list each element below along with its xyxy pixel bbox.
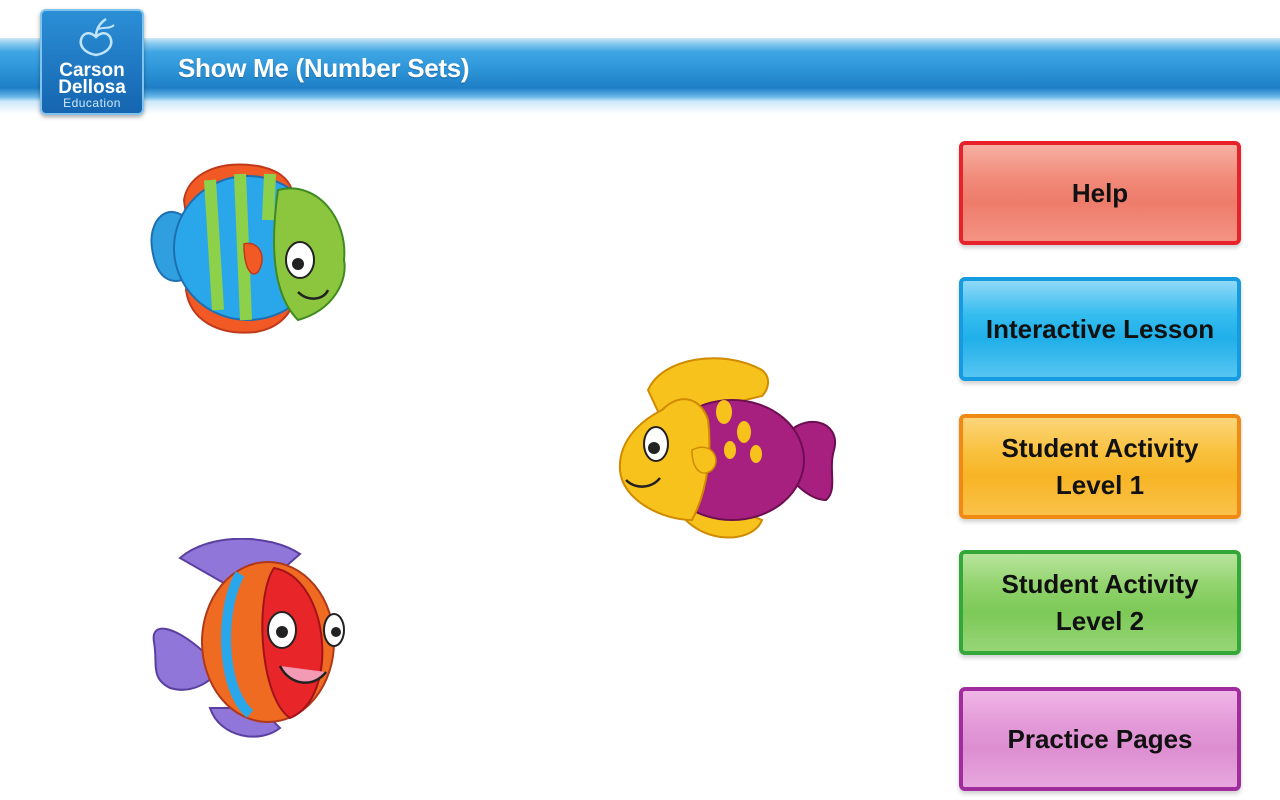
carson-dellosa-logo[interactable]: Carson Dellosa Education bbox=[40, 9, 144, 115]
logo-line-dellosa: Dellosa bbox=[58, 77, 126, 98]
practice-pages-button[interactable]: Practice Pages bbox=[959, 687, 1241, 791]
fish-yellow-purple-image bbox=[618, 357, 837, 539]
page-title: Show Me (Number Sets) bbox=[178, 53, 470, 83]
apple-leaf-icon bbox=[79, 17, 115, 57]
student-activity-level-2-label: Student Activity Level 2 bbox=[1001, 568, 1199, 636]
practice-pages-button-label: Practice Pages bbox=[1007, 723, 1193, 754]
student-activity-level-1-label: Student Activity Level 1 bbox=[1001, 432, 1199, 500]
student-activity-level-2-button[interactable]: Student Activity Level 2 bbox=[959, 550, 1241, 655]
logo-line-education: Education bbox=[63, 96, 121, 110]
fish-orange-purple-image bbox=[152, 538, 345, 738]
interactive-lesson-button[interactable]: Interactive Lesson bbox=[959, 277, 1241, 381]
help-button-label: Help bbox=[1071, 177, 1129, 208]
help-button[interactable]: Help bbox=[959, 141, 1241, 245]
student-activity-level-1-button[interactable]: Student Activity Level 1 bbox=[959, 414, 1241, 519]
fish-blue-green-image bbox=[150, 163, 346, 334]
interactive-lesson-button-label: Interactive Lesson bbox=[985, 313, 1215, 344]
